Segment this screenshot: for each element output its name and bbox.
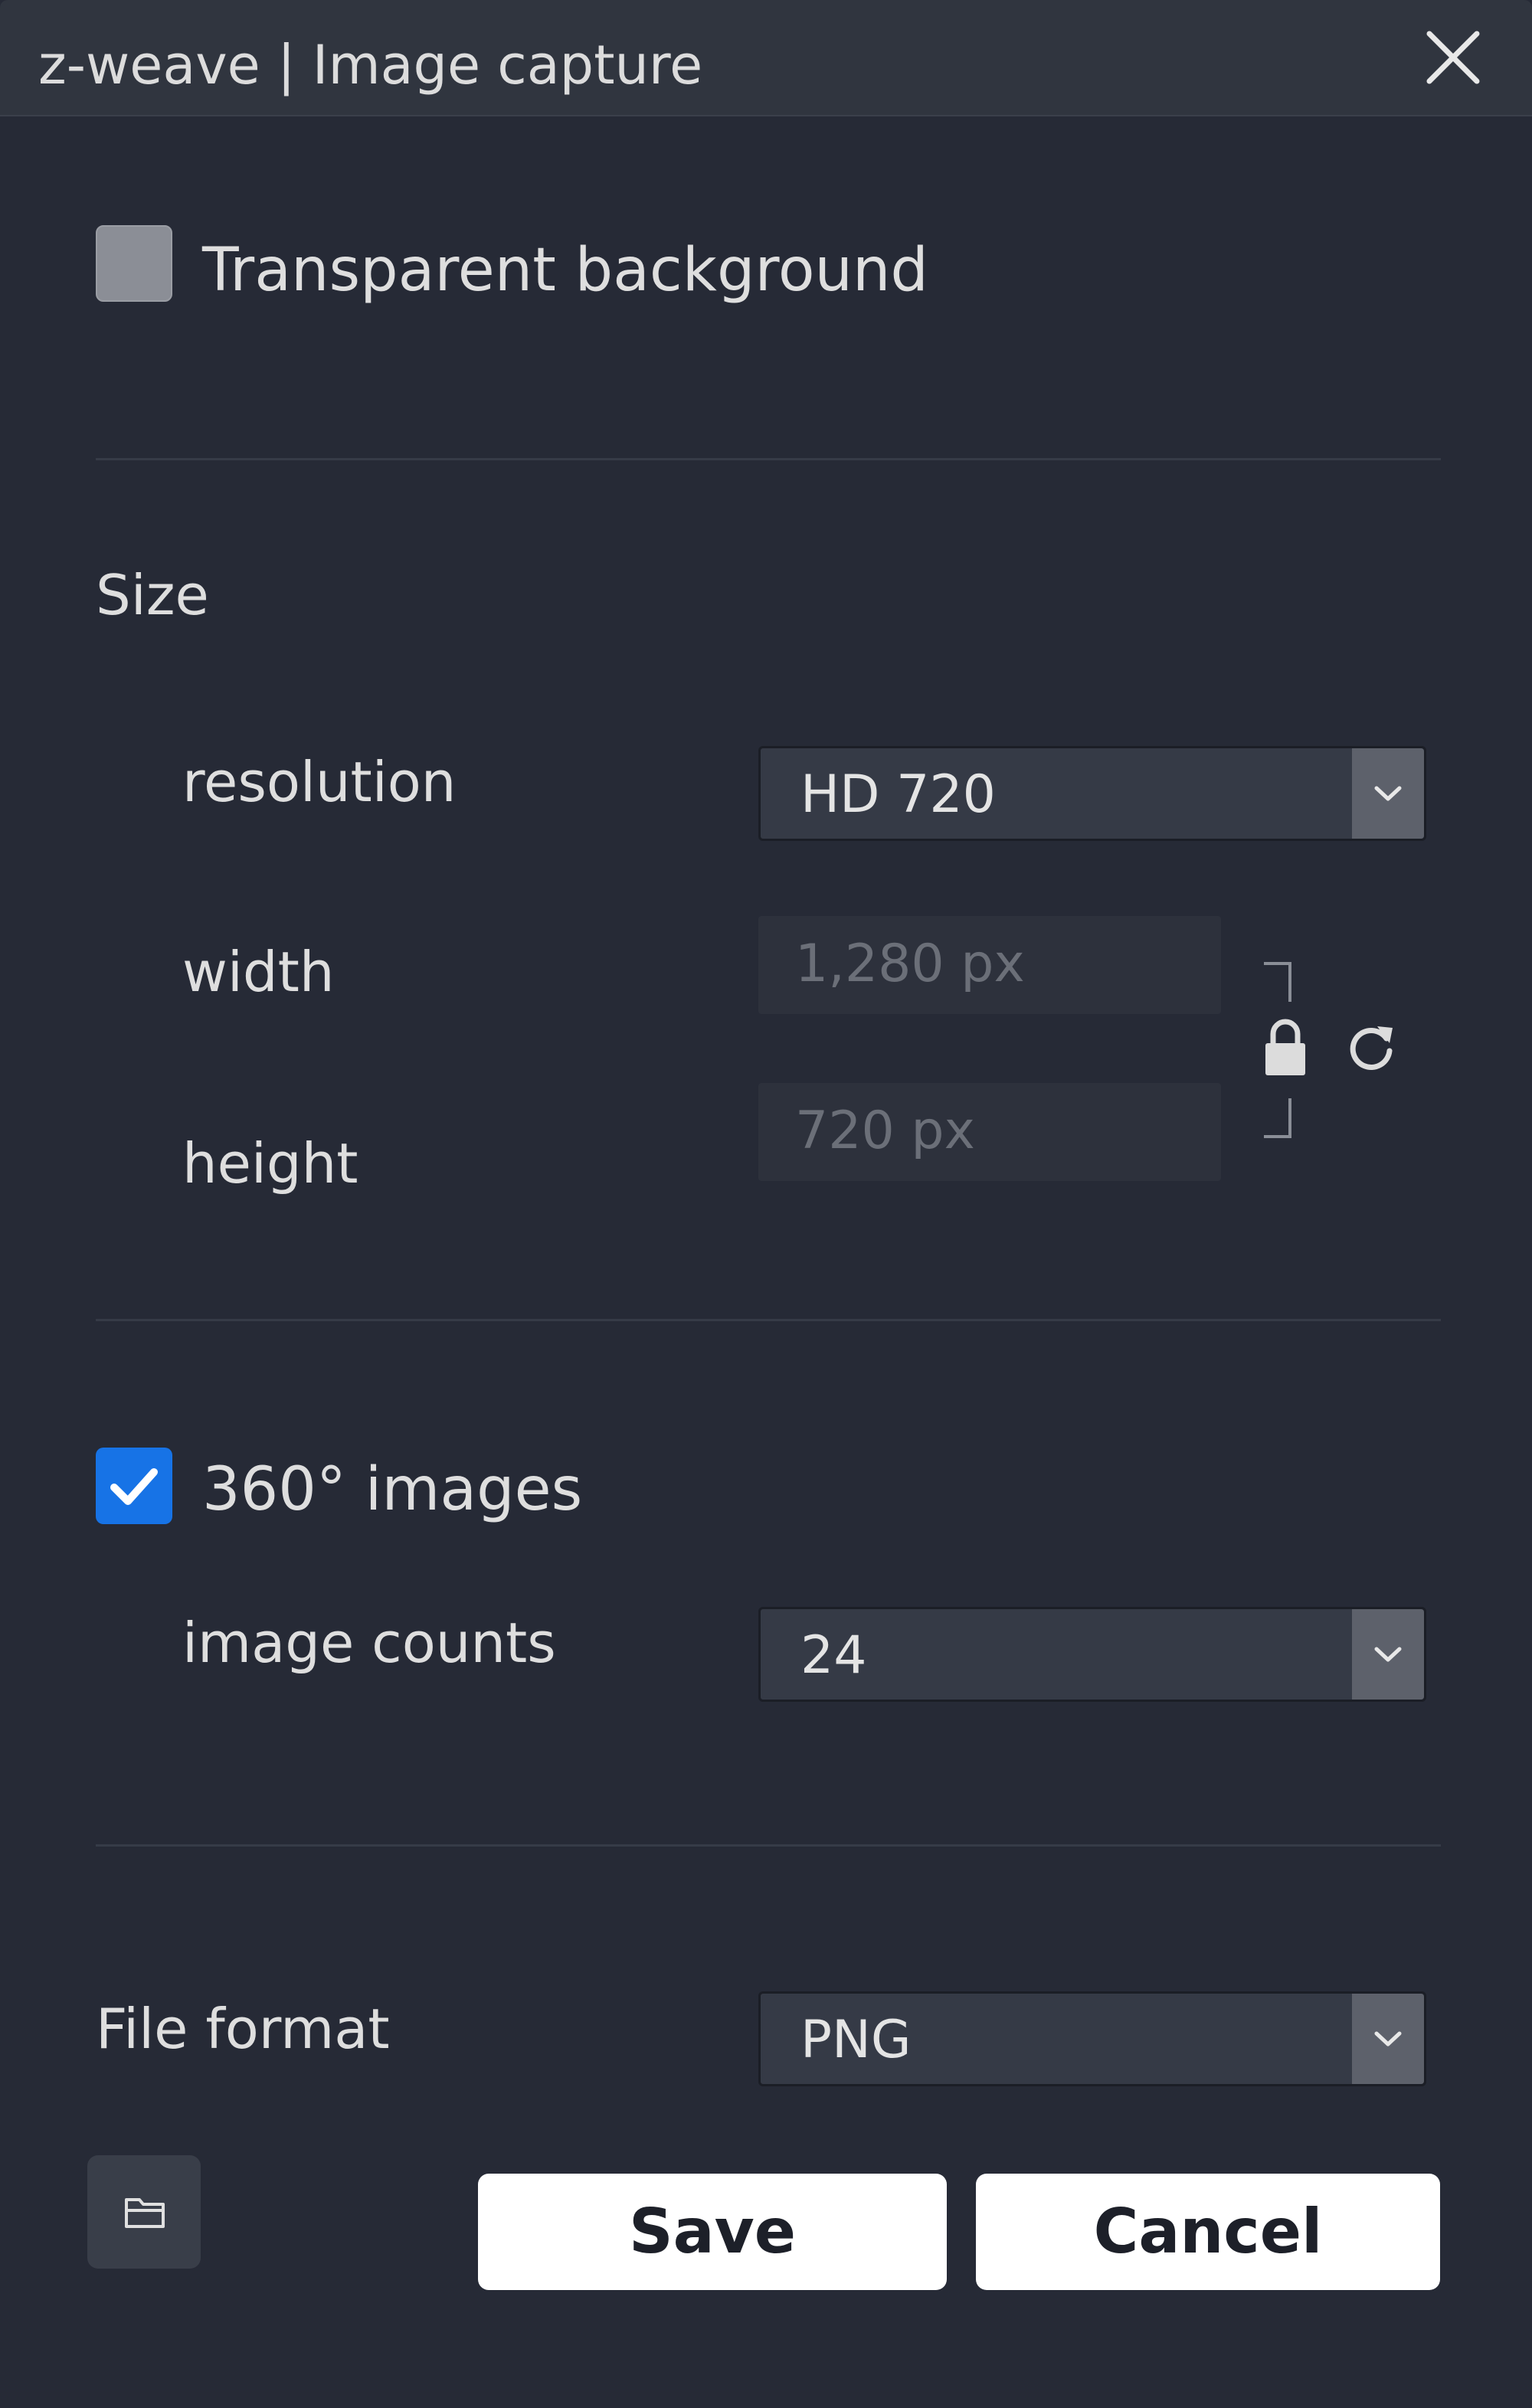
checkmark-icon <box>110 1468 158 1505</box>
reset-icon <box>1350 1026 1393 1070</box>
images360-checkbox[interactable] <box>96 1448 172 1524</box>
resolution-dropdown-arrow[interactable] <box>1352 748 1424 839</box>
divider <box>96 1319 1441 1321</box>
window-title: z-weave | Image capture <box>38 34 703 97</box>
height-input[interactable]: 720 px <box>758 1083 1221 1181</box>
file-format-label: File format <box>96 1997 390 2061</box>
image-capture-dialog: z-weave | Image capture Transparent back… <box>0 0 1532 2408</box>
aspect-lock-toggle[interactable] <box>1262 1017 1308 1078</box>
file-format-dropdown-arrow[interactable] <box>1352 1994 1424 2084</box>
chevron-down-icon <box>1374 1647 1402 1662</box>
height-label: height <box>182 1131 358 1196</box>
cancel-button[interactable]: Cancel <box>976 2174 1440 2290</box>
resolution-value: HD 720 <box>800 764 996 825</box>
image-counts-dropdown-arrow[interactable] <box>1352 1609 1424 1700</box>
lock-icon <box>1265 1019 1305 1075</box>
reset-size-button[interactable] <box>1342 1019 1400 1077</box>
close-icon <box>1426 31 1480 84</box>
chevron-down-icon <box>1374 786 1402 801</box>
transparent-background-label: Transparent background <box>202 236 928 305</box>
image-counts-select[interactable]: 24 <box>758 1607 1426 1702</box>
size-heading: Size <box>96 563 209 627</box>
width-value: 1,280 px <box>795 934 1025 994</box>
chevron-down-icon <box>1374 2031 1402 2046</box>
transparent-background-checkbox[interactable] <box>96 225 172 302</box>
divider <box>96 458 1441 460</box>
save-button[interactable]: Save <box>478 2174 947 2290</box>
close-button[interactable] <box>1417 21 1489 93</box>
width-input[interactable]: 1,280 px <box>758 916 1221 1014</box>
open-folder-button[interactable] <box>87 2155 201 2269</box>
height-value: 720 px <box>795 1101 975 1161</box>
width-label: width <box>182 940 335 1004</box>
image-counts-value: 24 <box>800 1625 867 1686</box>
folder-icon <box>125 2198 165 2228</box>
resolution-select[interactable]: HD 720 <box>758 746 1426 841</box>
image-counts-label: image counts <box>182 1611 556 1675</box>
images360-label: 360° images <box>202 1455 583 1524</box>
divider <box>96 1844 1441 1847</box>
title-bar: z-weave | Image capture <box>0 0 1532 116</box>
file-format-value: PNG <box>800 2010 912 2070</box>
resolution-label: resolution <box>182 750 457 814</box>
file-format-select[interactable]: PNG <box>758 1991 1426 2086</box>
